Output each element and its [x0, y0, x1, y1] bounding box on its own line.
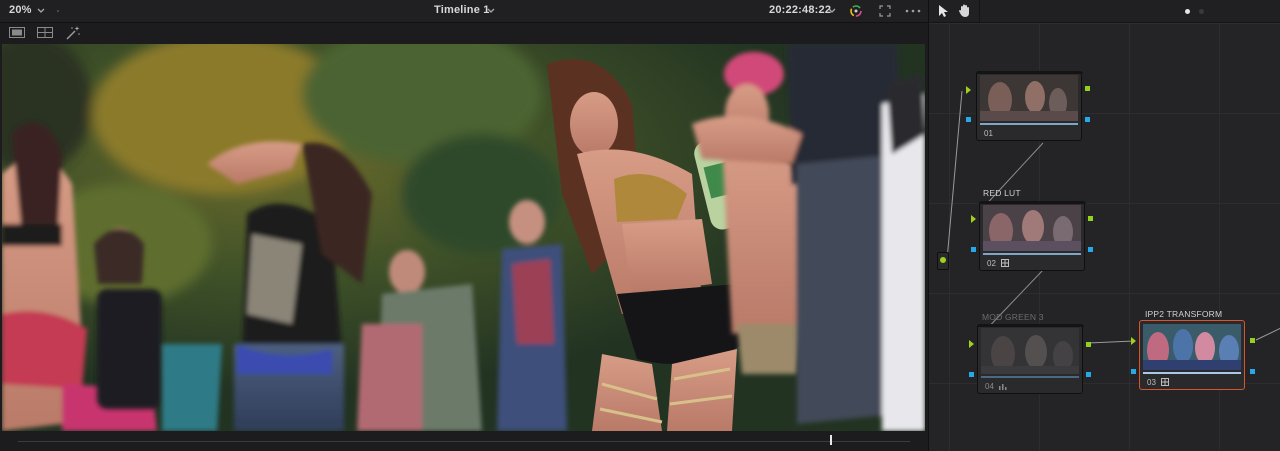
color-wheel-icon[interactable]: [849, 4, 863, 18]
bars-icon: [999, 384, 1007, 390]
node-01-key-input-port[interactable]: [966, 117, 971, 122]
expand-icon[interactable]: [879, 5, 891, 17]
node-editor-panel[interactable]: 01 RED LUT 02 MOD GREEN 3 04 IPP2 TRANSF…: [928, 0, 1280, 451]
node-progress-bar: [1143, 372, 1241, 374]
node-03-key-output-port[interactable]: [1250, 369, 1255, 374]
source-output-port[interactable]: [940, 257, 946, 263]
split-view-icon[interactable]: [37, 27, 53, 38]
source-input-node[interactable]: [937, 252, 949, 270]
node-03-input-port[interactable]: [1131, 337, 1136, 345]
lut-grid-icon: [1001, 259, 1009, 267]
playhead[interactable]: [829, 435, 832, 445]
viewer-panel: 20% Timeline 1 20:22:48:22: [0, 0, 928, 451]
node-01-input-port[interactable]: [966, 86, 971, 94]
node-01-rgb-output-port[interactable]: [1085, 86, 1090, 91]
node-01-key-output-port[interactable]: [1085, 117, 1090, 122]
node-label: RED LUT: [983, 188, 1021, 198]
node-02-key-input-port[interactable]: [971, 247, 976, 252]
timecode[interactable]: 20:22:48:22: [769, 4, 831, 16]
zoom-level[interactable]: 20%: [9, 4, 32, 16]
node-thumbnail: [1143, 324, 1241, 370]
node-04-input-port[interactable]: [969, 340, 974, 348]
node-04-rgb-output-port[interactable]: [1086, 342, 1091, 347]
node-progress-bar: [981, 376, 1079, 378]
node-03-rgb-output-port[interactable]: [1250, 338, 1255, 343]
node-thumbnail: [983, 205, 1081, 251]
viewer-subtoolbar: [0, 23, 928, 43]
node-progress-bar: [980, 123, 1078, 125]
separator-dot: [57, 10, 59, 12]
video-frame[interactable]: [2, 44, 925, 431]
node-03-key-input-port[interactable]: [1131, 369, 1136, 374]
node-04-key-input-port[interactable]: [969, 372, 974, 377]
single-view-icon[interactable]: [9, 27, 25, 38]
timeline-title[interactable]: Timeline 1: [434, 4, 490, 16]
node-thumbnail: [980, 75, 1078, 121]
node-01[interactable]: 01: [976, 71, 1083, 141]
node-02-input-port[interactable]: [971, 215, 976, 223]
node-number: 03: [1147, 378, 1156, 387]
chevron-down-icon[interactable]: [35, 5, 47, 17]
node-tab: [977, 71, 1083, 74]
node-tab: [978, 324, 1084, 327]
video-frame-image: [2, 44, 925, 431]
node-03[interactable]: 03: [1139, 320, 1245, 390]
node-02-rgb-output-port[interactable]: [1088, 216, 1093, 221]
chevron-down-icon[interactable]: [485, 5, 497, 17]
node-number: 04: [985, 382, 994, 391]
node-04-key-output-port[interactable]: [1086, 372, 1091, 377]
viewer-header: 20% Timeline 1 20:22:48:22: [0, 0, 928, 23]
node-thumbnail: [981, 328, 1079, 374]
node-label: MOD GREEN 3: [982, 312, 1044, 322]
node-label: IPP2 TRANSFORM: [1145, 309, 1223, 319]
node-02[interactable]: 02: [979, 201, 1086, 271]
scrubber-bar[interactable]: [0, 432, 928, 451]
scrubber-track[interactable]: [18, 441, 910, 442]
node-02-key-output-port[interactable]: [1088, 247, 1093, 252]
chevron-down-icon[interactable]: [826, 5, 838, 17]
node-04[interactable]: 04: [977, 324, 1084, 394]
node-progress-bar: [983, 253, 1081, 255]
more-icon[interactable]: [905, 9, 921, 13]
node-number: 01: [984, 129, 993, 138]
node-number: 02: [987, 259, 996, 268]
lut-grid-icon: [1161, 378, 1169, 386]
node-tab: [980, 201, 1086, 204]
magic-wand-icon[interactable]: [66, 26, 81, 40]
